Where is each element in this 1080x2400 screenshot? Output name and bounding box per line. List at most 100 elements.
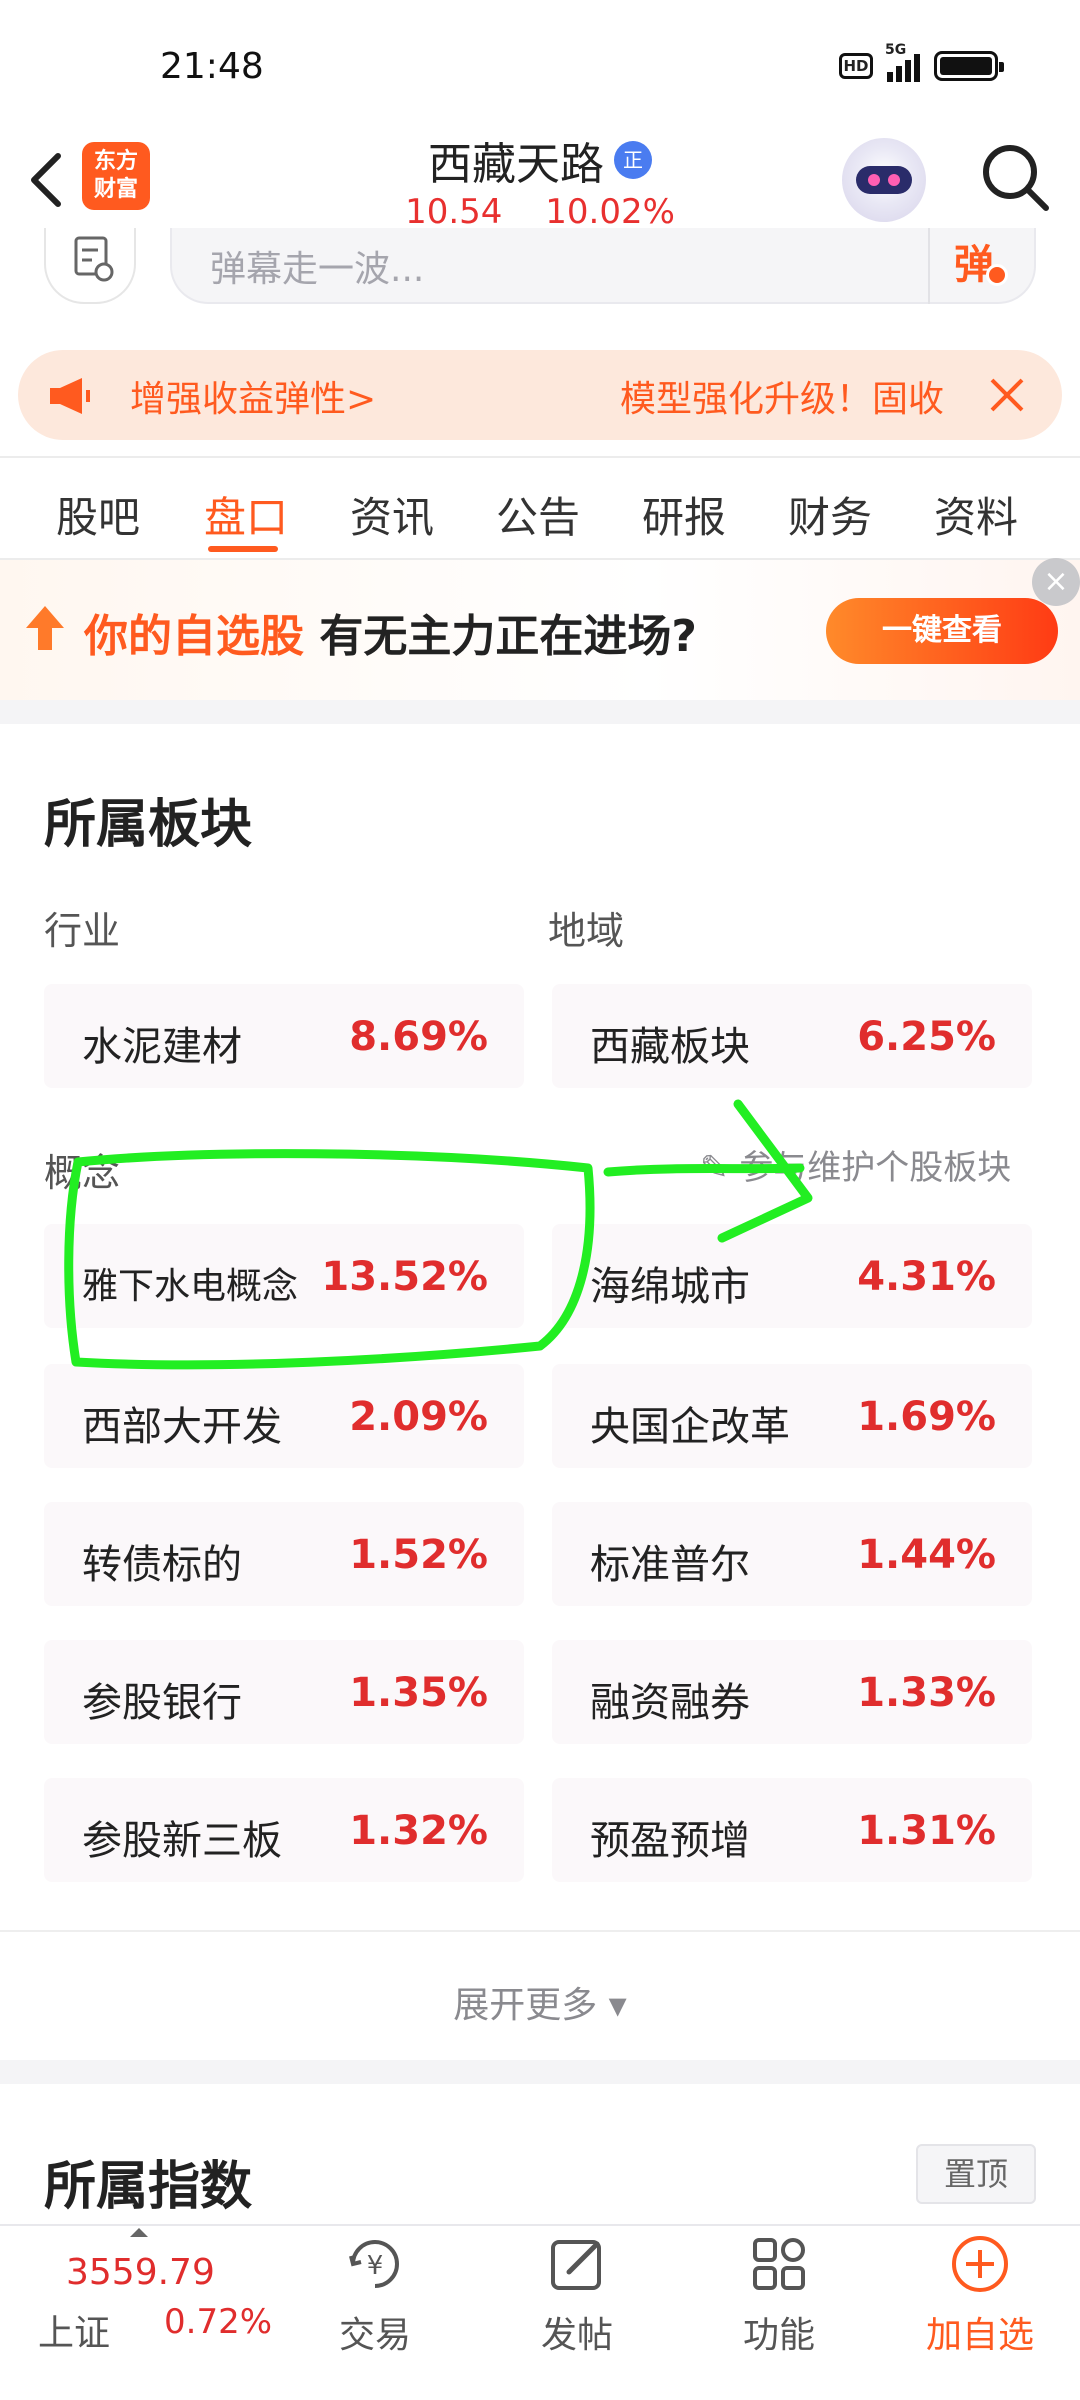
region-label: 地域 (548, 909, 625, 953)
active-tab-indicator (208, 546, 278, 552)
sector-pct: 8.69% (349, 1014, 488, 1060)
megaphone-icon (50, 378, 90, 414)
stock-change-pct: 10.02% (545, 192, 675, 232)
nav-post[interactable]: 发帖 (507, 2232, 647, 2358)
sector-pct: 1.69% (857, 1394, 996, 1440)
sector-name: 标准普尔 (590, 1542, 750, 1588)
sector-pct: 1.44% (857, 1532, 996, 1578)
promo-question: 有无主力正在进场? (319, 611, 697, 662)
pin-top-button[interactable]: 置顶 (916, 2144, 1036, 2204)
grid-icon (753, 2238, 805, 2290)
sector-name: 西藏板块 (590, 1024, 750, 1070)
promo-text: 你的自选股 有无主力正在进场? (84, 600, 697, 664)
sector-pct: 6.25% (857, 1014, 996, 1060)
nav-functions[interactable]: 功能 (709, 2232, 849, 2358)
svg-text:¥: ¥ (367, 2251, 384, 2281)
signal-icon: 5G (885, 42, 920, 82)
sector-pct: 4.31% (857, 1254, 996, 1300)
promo-highlight: 你的自选股 (84, 611, 304, 662)
tab-announcements[interactable]: 公告 (496, 484, 580, 545)
region-card[interactable]: 西藏板块 6.25% (552, 984, 1032, 1088)
nav-trade-label: 交易 (338, 2315, 411, 2356)
sector-name: 水泥建材 (82, 1024, 242, 1070)
divider (0, 1930, 1080, 1932)
sector-name: 转债标的 (82, 1542, 242, 1588)
status-icons: HD 5G (839, 42, 1004, 82)
index-name[interactable]: 上证 (38, 2304, 110, 2356)
danmaku-settings-icon[interactable] (44, 228, 136, 304)
maintain-label: 参与维护个股板块 (739, 1148, 1012, 1188)
nav-add-watchlist-label: 加自选 (925, 2315, 1034, 2356)
network-label: 5G (885, 42, 907, 58)
sector-name: 预盈预增 (590, 1818, 750, 1864)
maintain-sectors-link[interactable]: ✎ 参与维护个股板块 (700, 1140, 1011, 1189)
tab-profile[interactable]: 资料 (934, 484, 1018, 545)
tab-guba[interactable]: 股吧 (56, 484, 140, 545)
index-pct[interactable]: 0.72% (164, 2302, 272, 2342)
expand-up-icon[interactable] (130, 2228, 148, 2237)
sector-name: 海绵城市 (590, 1264, 750, 1310)
tab-research[interactable]: 研报 (642, 484, 726, 545)
sector-name: 参股新三板 (82, 1818, 282, 1864)
nav-add-watchlist[interactable]: 加自选 (910, 2232, 1050, 2358)
concept-card[interactable]: 雅下水电概念 13.52% (44, 1224, 524, 1328)
industry-card[interactable]: 水泥建材 8.69% (44, 984, 524, 1088)
rz-badge-icon: 正 (614, 141, 652, 179)
pencil-icon: ✎ (700, 1148, 729, 1188)
sector-pct: 1.31% (857, 1808, 996, 1854)
industry-label: 行业 (44, 909, 121, 953)
hd-icon: HD (839, 53, 873, 79)
nav-functions-label: 功能 (742, 2315, 815, 2356)
stock-price: 10.54 (405, 192, 503, 232)
notice-right-text[interactable]: 模型强化升级！固收 (620, 370, 980, 422)
concept-card[interactable]: 融资融券 1.33% (552, 1640, 1032, 1744)
section-gap (0, 700, 1080, 724)
stock-name: 西藏天路 (428, 139, 604, 190)
edit-icon (551, 2240, 601, 2290)
tab-pankou[interactable]: 盘口 (204, 484, 288, 545)
concept-card[interactable]: 参股银行 1.35% (44, 1640, 524, 1744)
tabs-top-border (0, 456, 1080, 458)
concept-card[interactable]: 西部大开发 2.09% (44, 1364, 524, 1468)
battery-icon (934, 51, 1004, 81)
danmaku-placeholder: 弹幕走一波... (210, 249, 425, 290)
sector-name: 雅下水电概念 (82, 1266, 299, 1307)
concept-card[interactable]: 参股新三板 1.32% (44, 1778, 524, 1882)
sector-name: 西部大开发 (82, 1404, 282, 1450)
tab-news[interactable]: 资讯 (350, 484, 434, 545)
concept-card[interactable]: 海绵城市 4.31% (552, 1224, 1032, 1328)
sector-pct: 1.35% (349, 1670, 488, 1716)
sector-name: 央国企改革 (590, 1404, 790, 1450)
tab-finance[interactable]: 财务 (788, 484, 872, 545)
notice-left-text[interactable]: 增强收益弹性> (130, 370, 376, 422)
index-value[interactable]: 3559.79 (66, 2252, 215, 2293)
nav-post-label: 发帖 (540, 2315, 613, 2356)
indices-title: 所属指数 (44, 2157, 253, 2217)
nav-trade[interactable]: ¥ 交易 (305, 2232, 445, 2358)
danmaku-check-icon (986, 264, 1008, 286)
section-gap (0, 2060, 1080, 2084)
add-circle-icon (952, 2236, 1008, 2292)
sector-pct: 13.52% (321, 1254, 488, 1300)
sector-pct: 1.52% (349, 1532, 488, 1578)
concept-card[interactable]: 转债标的 1.52% (44, 1502, 524, 1606)
sector-name: 融资融券 (590, 1680, 750, 1726)
concept-card[interactable]: 预盈预增 1.31% (552, 1778, 1032, 1882)
yen-icon: ¥ (349, 2240, 399, 2288)
close-icon[interactable] (982, 370, 1032, 420)
sector-pct: 2.09% (349, 1394, 488, 1440)
status-time: 21:48 (160, 46, 264, 87)
sector-name: 参股银行 (82, 1680, 242, 1726)
search-icon[interactable] (978, 140, 1052, 214)
concept-card[interactable]: 央国企改革 1.69% (552, 1364, 1032, 1468)
robot-assistant-icon[interactable] (842, 138, 926, 222)
sectors-title: 所属板块 (44, 795, 253, 855)
sector-pct: 1.33% (857, 1670, 996, 1716)
concept-label: 概念 (44, 1151, 121, 1195)
danmaku-divider (928, 228, 930, 304)
expand-more-button[interactable]: 展开更多 ▾ (0, 1976, 1080, 2028)
sector-pct: 1.32% (349, 1808, 488, 1854)
promo-close-icon[interactable]: × (1032, 558, 1080, 606)
concept-card[interactable]: 标准普尔 1.44% (552, 1502, 1032, 1606)
promo-check-button[interactable]: 一键查看 (826, 598, 1058, 664)
